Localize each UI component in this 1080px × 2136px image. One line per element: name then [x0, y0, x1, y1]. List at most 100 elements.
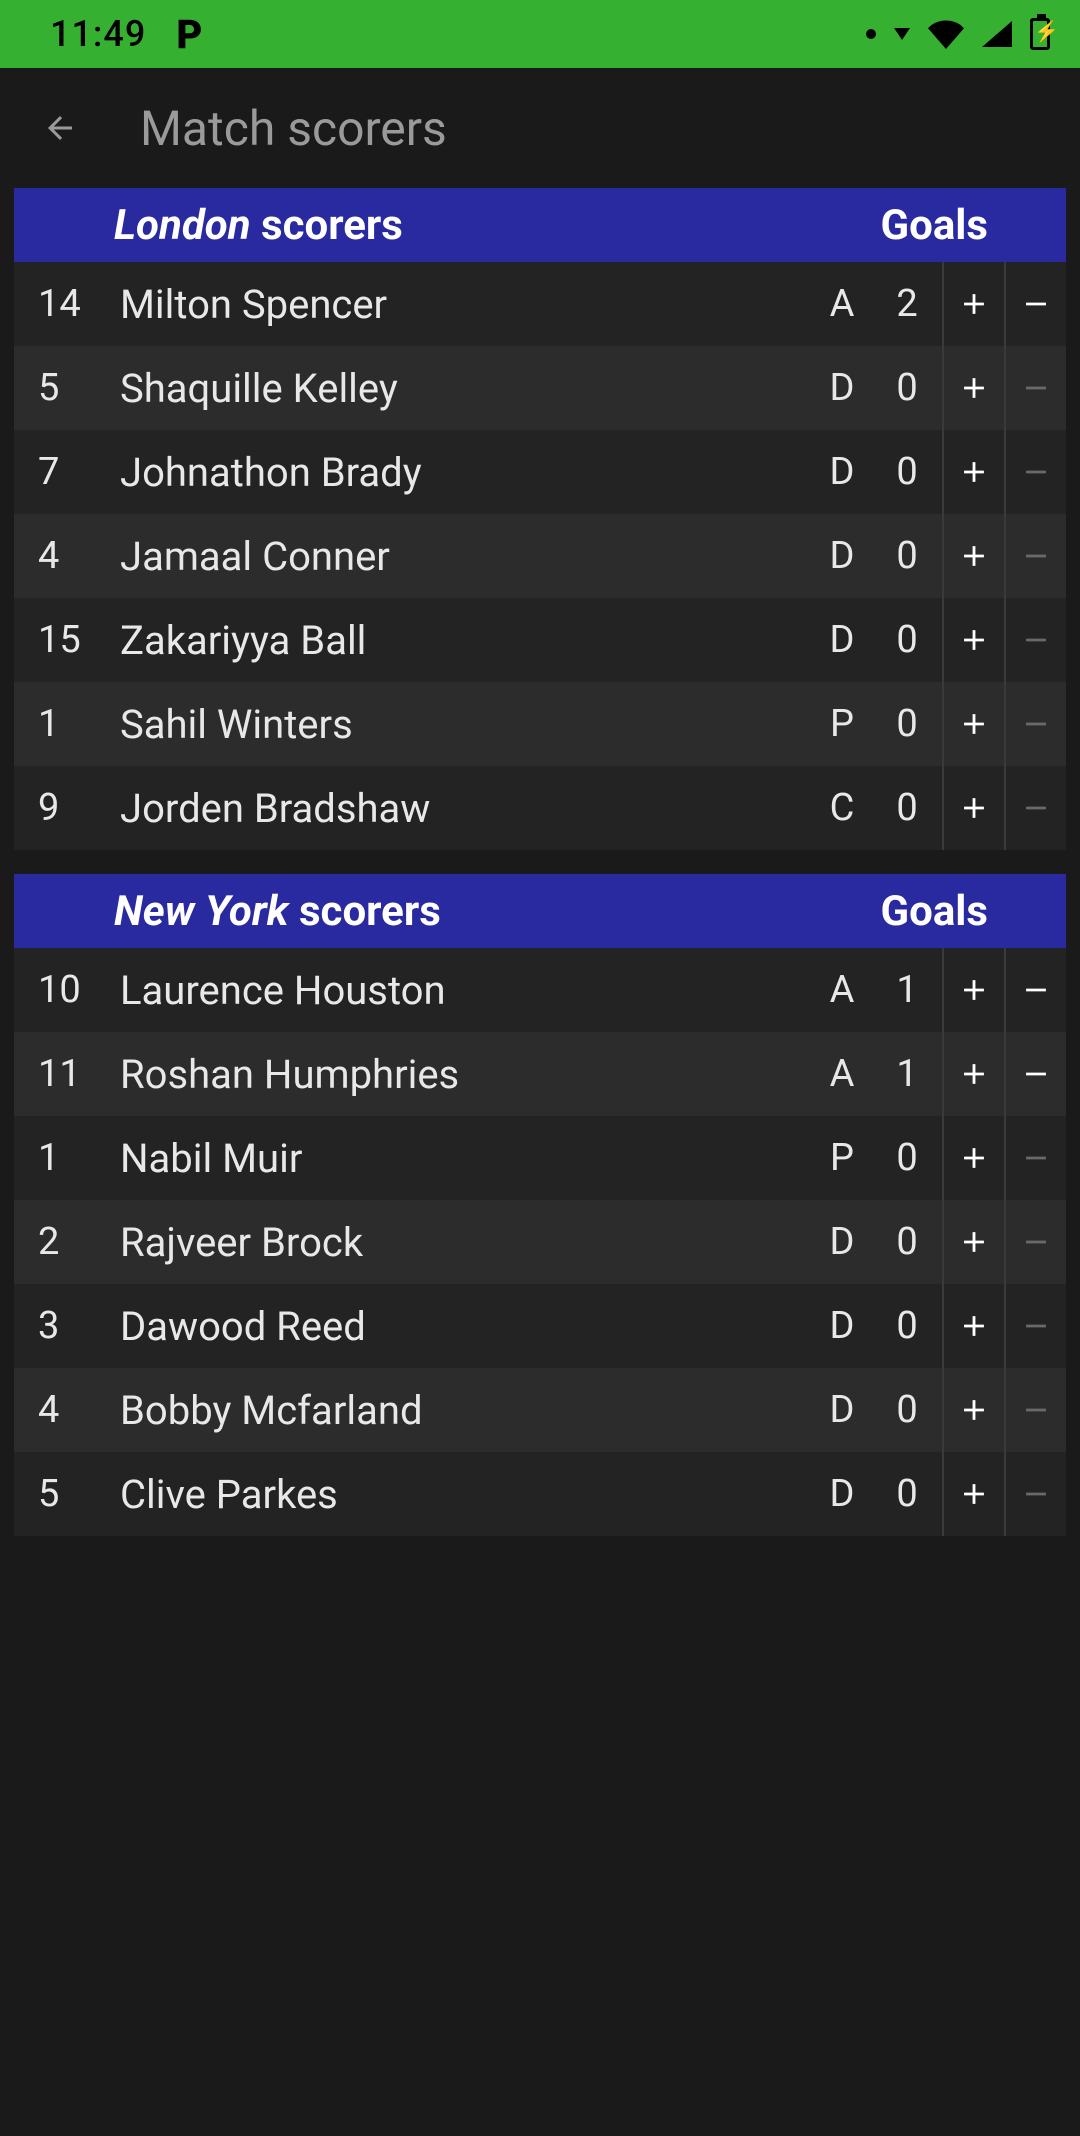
decrement-button[interactable]: [1004, 1032, 1066, 1116]
wifi-icon: [928, 16, 964, 52]
player-name: Rajveer Brock: [114, 1219, 812, 1266]
increment-button[interactable]: [942, 430, 1004, 514]
player-number: 1: [14, 702, 114, 746]
team-section: London scorersGoals14Milton SpencerA25Sh…: [14, 188, 1066, 850]
decrement-button: [1004, 1200, 1066, 1284]
player-row: 9Jorden BradshawC0: [14, 766, 1066, 850]
player-row: 1Sahil WintersP0: [14, 682, 1066, 766]
player-row: 11Roshan HumphriesA1: [14, 1032, 1066, 1116]
minus-icon: [1019, 1393, 1053, 1427]
decrement-button: [1004, 514, 1066, 598]
decrement-button: [1004, 1368, 1066, 1452]
plus-icon: [957, 973, 991, 1007]
player-name: Sahil Winters: [114, 701, 812, 748]
player-position: P: [812, 702, 872, 746]
minus-icon: [1019, 707, 1053, 741]
plus-icon: [957, 287, 991, 321]
minus-icon: [1019, 623, 1053, 657]
player-position: D: [812, 366, 872, 410]
plus-icon: [957, 1057, 991, 1091]
app-bar: Match scorers: [0, 68, 1080, 188]
section-header: New York scorers Goals: [14, 874, 1066, 948]
player-name: Johnathon Brady: [114, 449, 812, 496]
player-position: D: [812, 1388, 872, 1432]
minus-icon: [1019, 455, 1053, 489]
increment-button[interactable]: [942, 598, 1004, 682]
player-position: P: [812, 1136, 872, 1180]
player-name: Nabil Muir: [114, 1135, 812, 1182]
decrement-button[interactable]: [1004, 262, 1066, 346]
plus-icon: [957, 539, 991, 573]
increment-button[interactable]: [942, 1116, 1004, 1200]
section-title: New York scorers: [114, 887, 441, 936]
player-goals: 0: [872, 702, 942, 746]
plus-icon: [957, 1225, 991, 1259]
player-goals: 0: [872, 366, 942, 410]
player-number: 2: [14, 1220, 114, 1264]
player-row: 7Johnathon BradyD0: [14, 430, 1066, 514]
status-right: [866, 16, 1050, 52]
plus-icon: [957, 455, 991, 489]
section-title: London scorers: [114, 201, 403, 250]
player-name: Milton Spencer: [114, 281, 812, 328]
increment-button[interactable]: [942, 1200, 1004, 1284]
goals-header: Goals: [880, 887, 988, 936]
minus-icon: [1019, 791, 1053, 825]
plus-icon: [957, 623, 991, 657]
player-number: 4: [14, 534, 114, 578]
player-position: A: [812, 968, 872, 1012]
player-row: 4Bobby McfarlandD0: [14, 1368, 1066, 1452]
player-number: 14: [14, 282, 114, 326]
player-goals: 0: [872, 786, 942, 830]
back-arrow-icon: [42, 110, 78, 146]
player-name: Zakariyya Ball: [114, 617, 812, 664]
minus-icon: [1019, 1225, 1053, 1259]
player-row: 10Laurence HoustonA1: [14, 948, 1066, 1032]
plus-icon: [957, 371, 991, 405]
player-row: 2Rajveer BrockD0: [14, 1200, 1066, 1284]
player-row: 14Milton SpencerA2: [14, 262, 1066, 346]
back-button[interactable]: [30, 98, 90, 158]
player-position: D: [812, 1220, 872, 1264]
section-title-suffix: scorers: [251, 201, 403, 250]
player-position: C: [812, 786, 872, 830]
signal-icon: [982, 21, 1012, 47]
player-name: Shaquille Kelley: [114, 365, 812, 412]
player-name: Jamaal Conner: [114, 533, 812, 580]
player-number: 5: [14, 366, 114, 410]
increment-button[interactable]: [942, 1032, 1004, 1116]
player-number: 1: [14, 1136, 114, 1180]
increment-button[interactable]: [942, 1284, 1004, 1368]
decrement-button: [1004, 1284, 1066, 1368]
player-name: Jorden Bradshaw: [114, 785, 812, 832]
decrement-button[interactable]: [1004, 948, 1066, 1032]
page-title: Match scorers: [140, 100, 447, 157]
increment-button[interactable]: [942, 1452, 1004, 1536]
minus-icon: [1019, 1309, 1053, 1343]
player-number: 7: [14, 450, 114, 494]
increment-button[interactable]: [942, 682, 1004, 766]
decrement-button: [1004, 682, 1066, 766]
player-goals: 0: [872, 1136, 942, 1180]
team-name: New York: [114, 887, 289, 936]
triangle-down-icon: [894, 28, 910, 40]
player-number: 4: [14, 1388, 114, 1432]
p-icon: P: [176, 11, 202, 58]
player-number: 15: [14, 618, 114, 662]
goals-header: Goals: [880, 201, 988, 250]
increment-button[interactable]: [942, 766, 1004, 850]
plus-icon: [957, 1477, 991, 1511]
player-row: 3Dawood ReedD0: [14, 1284, 1066, 1368]
minus-icon: [1019, 973, 1053, 1007]
increment-button[interactable]: [942, 262, 1004, 346]
increment-button[interactable]: [942, 1368, 1004, 1452]
player-row: 5Shaquille KelleyD0: [14, 346, 1066, 430]
increment-button[interactable]: [942, 346, 1004, 430]
player-goals: 0: [872, 1472, 942, 1516]
increment-button[interactable]: [942, 948, 1004, 1032]
player-row: 1Nabil MuirP0: [14, 1116, 1066, 1200]
player-position: D: [812, 618, 872, 662]
increment-button[interactable]: [942, 514, 1004, 598]
section-header: London scorers Goals: [14, 188, 1066, 262]
player-position: D: [812, 1304, 872, 1348]
